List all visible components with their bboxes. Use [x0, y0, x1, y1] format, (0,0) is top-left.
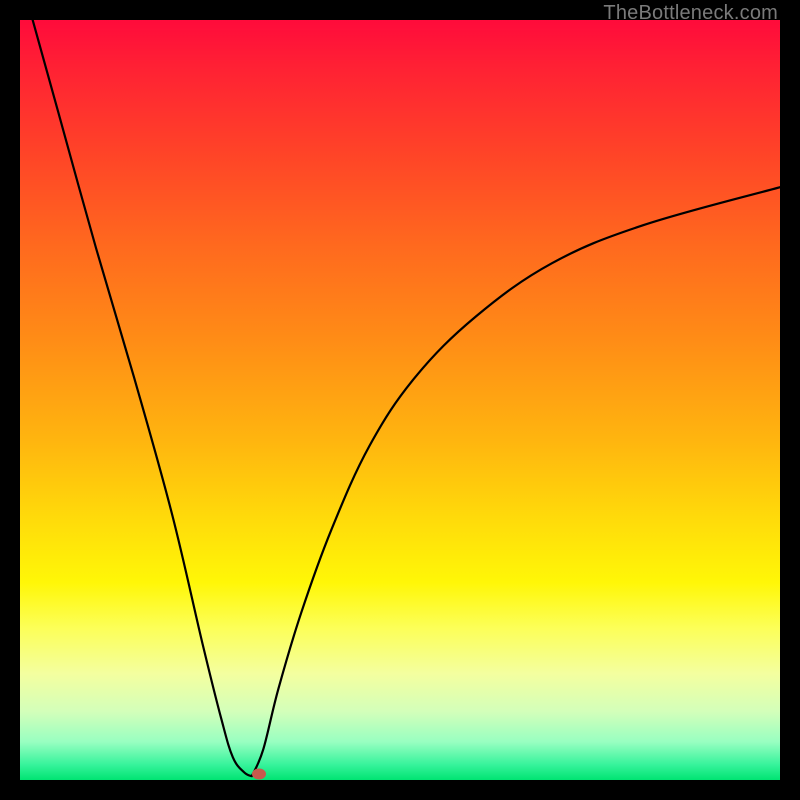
watermark-text: TheBottleneck.com: [603, 2, 778, 25]
chart-plot-area: [20, 20, 780, 780]
optimal-point-marker: [252, 768, 266, 779]
chart-frame: TheBottleneck.com: [0, 0, 800, 800]
bottleneck-curve: [20, 20, 780, 780]
curve-path: [20, 20, 780, 776]
